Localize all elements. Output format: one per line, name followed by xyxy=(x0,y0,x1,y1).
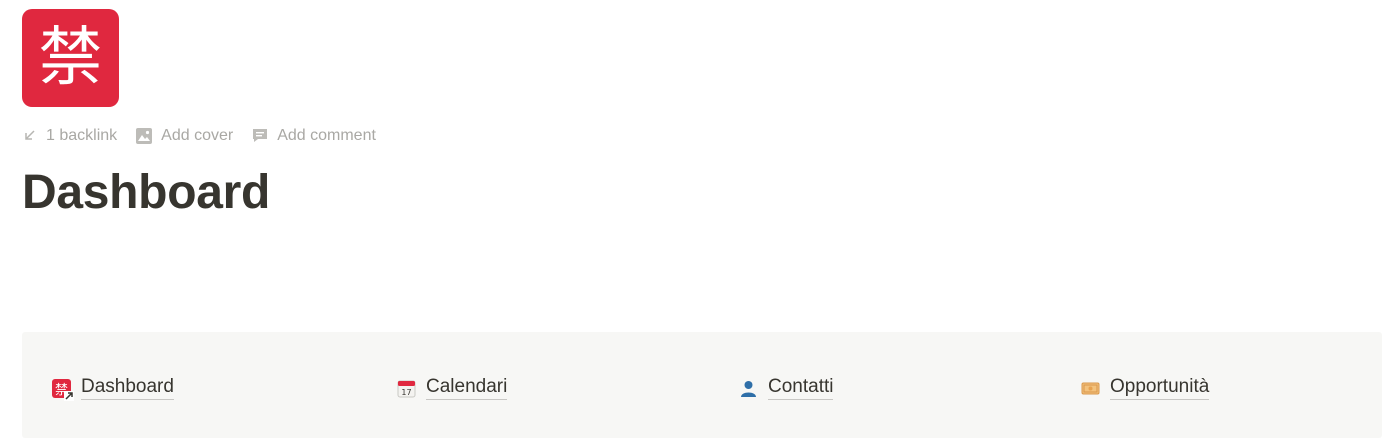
person-icon xyxy=(738,378,759,399)
nav-link-opportunita[interactable]: Opportunità xyxy=(1080,375,1210,401)
add-cover-button[interactable]: Add cover xyxy=(135,127,233,145)
add-cover-label: Add cover xyxy=(161,127,234,144)
page-icon[interactable]: 禁 xyxy=(22,9,119,107)
calendar-icon: 17 xyxy=(396,378,417,399)
nav-link-dashboard[interactable]: 禁 Dashboard xyxy=(51,375,174,401)
backlink-label: 1 backlink xyxy=(46,127,118,144)
nav-link-label: Contatti xyxy=(768,376,834,400)
nav-link-contatti[interactable]: Contatti xyxy=(738,375,834,401)
page-title[interactable]: Dashboard xyxy=(22,160,270,226)
nav-link-label: Dashboard xyxy=(81,376,174,400)
arrow-down-left-icon xyxy=(22,128,38,144)
add-comment-button[interactable]: Add comment xyxy=(251,127,376,145)
navigation-callout: 禁 Dashboard 17 Calendari Contatti Opport… xyxy=(22,332,1382,438)
prohibited-kanji-icon: 禁 xyxy=(51,378,74,401)
nav-link-calendari[interactable]: 17 Calendari xyxy=(396,375,508,401)
nav-link-label: Calendari xyxy=(426,376,508,400)
image-icon xyxy=(135,127,153,145)
nav-link-label: Opportunità xyxy=(1110,376,1210,400)
notion-page: 禁 1 backlink Add cover Add comment Dashb… xyxy=(0,0,1394,446)
add-comment-label: Add comment xyxy=(277,127,376,144)
comment-icon xyxy=(251,127,269,145)
link-arrow-icon xyxy=(64,390,74,401)
svg-text:17: 17 xyxy=(401,388,411,397)
prohibited-kanji-icon: 禁 xyxy=(38,21,103,95)
page-meta-row: 1 backlink Add cover Add comment xyxy=(22,124,376,148)
backlink-button[interactable]: 1 backlink xyxy=(22,127,117,145)
money-icon xyxy=(1080,378,1101,399)
